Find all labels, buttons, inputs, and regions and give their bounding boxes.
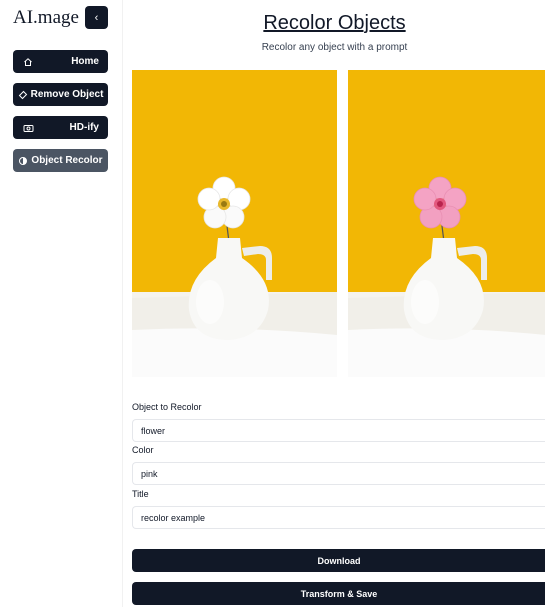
recolored-image (348, 70, 545, 377)
contrast-icon (18, 156, 28, 166)
sidebar-item-object-recolor[interactable]: Object Recolor (13, 149, 108, 172)
main-content: Recolor Objects Recolor any object with … (122, 0, 545, 607)
sidebar-item-label: Remove Object (30, 89, 104, 100)
home-icon (23, 57, 33, 67)
sidebar-item-label: Home (71, 56, 99, 67)
collapse-sidebar-button[interactable]: ‹ (85, 6, 108, 29)
color-label: Color (132, 445, 154, 455)
object-input[interactable] (132, 419, 545, 442)
object-label: Object to Recolor (132, 402, 202, 412)
eraser-icon (18, 90, 28, 100)
color-input[interactable] (132, 462, 545, 485)
camera-icon (23, 123, 34, 133)
sidebar-item-home[interactable]: Home (13, 50, 108, 73)
title-label: Title (132, 489, 149, 499)
sidebar-item-label: HD-ify (69, 122, 99, 133)
transform-save-button[interactable]: Transform & Save (132, 582, 545, 605)
sidebar-item-hd-ify[interactable]: HD-ify (13, 116, 108, 139)
sidebar: AI.mage ‹ Home Remove Object HD-ify Obje… (0, 0, 122, 607)
title-input[interactable] (132, 506, 545, 529)
page-subtitle: Recolor any object with a prompt (261, 42, 408, 53)
sidebar-item-remove-object[interactable]: Remove Object (13, 83, 108, 106)
original-image (132, 70, 337, 377)
app-logo: AI.mage (13, 7, 79, 28)
sidebar-item-label: Object Recolor (31, 155, 103, 166)
chevron-left-icon: ‹ (94, 11, 99, 24)
download-button[interactable]: Download (132, 549, 545, 572)
page-title: Recolor Objects (263, 12, 406, 34)
